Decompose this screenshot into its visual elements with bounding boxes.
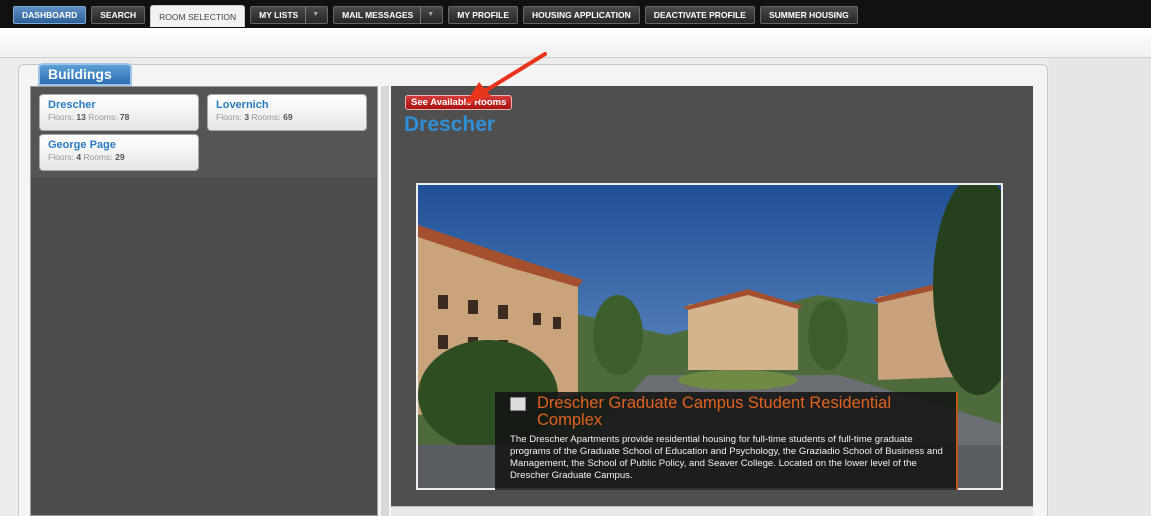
tab-my-lists-label: MY LISTS <box>259 10 299 20</box>
tab-deactivate-profile[interactable]: DEACTIVATE PROFILE <box>644 6 755 24</box>
building-card-drescher[interactable]: Drescher Floors: 13 Rooms: 78 <box>39 94 199 131</box>
building-stats: Floors: 13 Rooms: 78 <box>48 112 130 122</box>
right-gutter <box>1049 58 1151 516</box>
column-divider[interactable] <box>381 86 389 516</box>
tab-housing-application[interactable]: HOUSING APPLICATION <box>523 6 640 24</box>
caption-image-icon <box>510 397 526 411</box>
building-stats: Floors: 3 Rooms: 69 <box>216 112 293 122</box>
caption-text: The Drescher Apartments provide resident… <box>510 434 943 481</box>
building-list: Drescher Floors: 13 Rooms: 78 Lovernich … <box>30 86 378 516</box>
buildings-tab[interactable]: Buildings <box>38 63 132 86</box>
tab-my-lists[interactable]: MY LISTS ▼ <box>250 6 329 24</box>
tab-dashboard[interactable]: DASHBOARD <box>13 6 87 24</box>
building-name: Drescher <box>48 99 96 111</box>
building-title: Drescher <box>404 113 496 136</box>
tab-mail-messages-label: MAIL MESSAGES <box>342 10 414 20</box>
arrow-annotation-icon <box>465 52 547 104</box>
building-name: George Page <box>48 139 116 151</box>
top-nav-bar: DASHBOARD SEARCH ROOM SELECTION MY LISTS… <box>0 0 1151 28</box>
building-card-lovernich[interactable]: Lovernich Floors: 3 Rooms: 69 <box>207 94 367 131</box>
building-stats: Floors: 4 Rooms: 29 <box>48 152 125 162</box>
main-nav: DASHBOARD SEARCH ROOM SELECTION MY LISTS… <box>13 5 858 27</box>
dropdown-caret-icon[interactable]: ▼ <box>420 6 434 24</box>
tab-my-profile[interactable]: MY PROFILE <box>448 6 519 24</box>
sub-nav-bar <box>0 28 1151 58</box>
building-name: Lovernich <box>216 99 269 111</box>
building-card-george-page[interactable]: George Page Floors: 4 Rooms: 29 <box>39 134 199 171</box>
caption-title: Drescher Graduate Campus Student Residen… <box>537 394 892 429</box>
building-cards-area: Drescher Floors: 13 Rooms: 78 Lovernich … <box>31 87 377 177</box>
dropdown-caret-icon[interactable]: ▼ <box>305 6 319 24</box>
tab-summer-housing[interactable]: SUMMER HOUSING <box>759 6 858 24</box>
tab-room-selection[interactable]: ROOM SELECTION <box>150 5 246 27</box>
detail-footer <box>391 506 1033 516</box>
tab-mail-messages[interactable]: MAIL MESSAGES ▼ <box>333 6 444 24</box>
tab-search[interactable]: SEARCH <box>91 6 146 24</box>
